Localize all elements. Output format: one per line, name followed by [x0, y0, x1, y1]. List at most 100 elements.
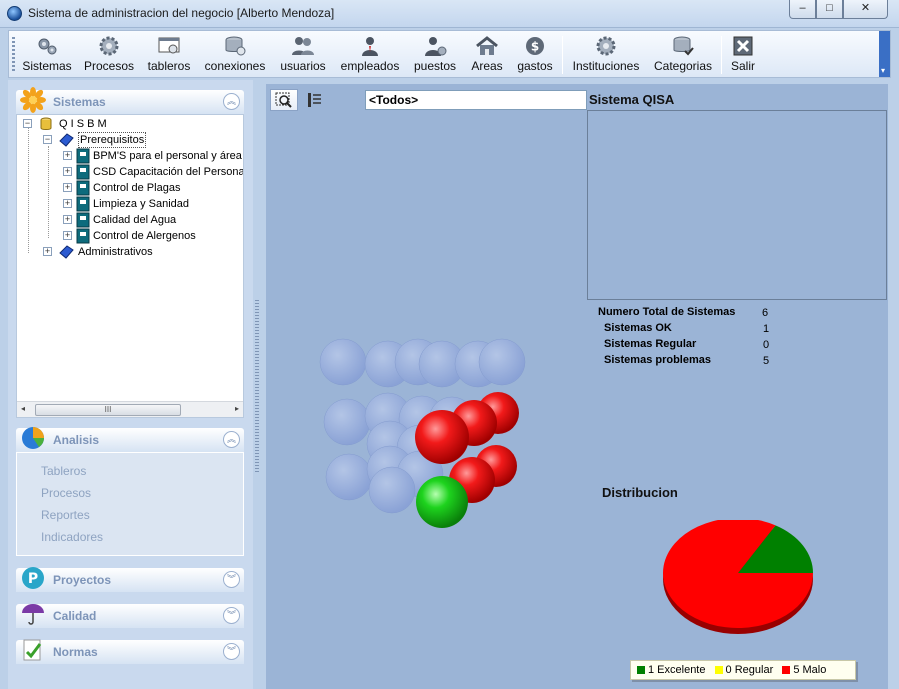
toolbar-grip[interactable]	[12, 37, 15, 73]
section-analisis-body: Tableros Procesos Reportes Indicadores	[16, 452, 244, 556]
toolbar-empleados-button[interactable]: empleados	[339, 33, 401, 77]
empty-bubble	[478, 338, 526, 386]
expand-icon[interactable]: +	[63, 167, 72, 176]
toolbar-separator	[562, 36, 563, 74]
link-procesos[interactable]: Procesos	[41, 486, 91, 500]
umbrella-icon	[22, 604, 44, 625]
legend-swatch-regular	[714, 666, 723, 674]
window-title: Sistema de administracion del negocio [A…	[28, 6, 335, 20]
tree-horizontal-scrollbar[interactable]: ◂ III ▸	[17, 401, 243, 417]
close-button[interactable]: ✕	[843, 0, 888, 19]
navigation-pane: Sistemas ︽ − Q I S B M − Prerequisitos +…	[8, 80, 253, 689]
legend-swatch-malo	[782, 666, 791, 674]
checklist-icon	[23, 639, 42, 661]
section-proyectos-label: Proyectos	[53, 573, 112, 587]
sun-icon	[20, 87, 46, 113]
section-sistemas-label: Sistemas	[53, 95, 106, 109]
gears-icon	[38, 38, 57, 55]
pane-splitter[interactable]	[255, 300, 259, 472]
board-icon	[158, 37, 180, 54]
expand-icon[interactable]: +	[63, 231, 72, 240]
app-logo-icon	[7, 6, 22, 21]
pie-chart-icon	[22, 427, 44, 449]
zoom-select-button[interactable]	[270, 89, 298, 111]
title-bar: Sistema de administracion del negocio [A…	[0, 0, 899, 28]
stat-ok-value: 1	[763, 323, 770, 335]
tree-node-label: Q I S B M	[59, 118, 107, 130]
stat-ok-label: Sistemas OK	[604, 322, 672, 334]
toolbar-usuarios-button[interactable]: usuarios	[277, 33, 329, 77]
maximize-button[interactable]: □	[816, 0, 843, 19]
toolbar-procesos-button[interactable]: Procesos	[83, 33, 135, 77]
empty-bubble	[323, 398, 371, 446]
scroll-left-icon[interactable]: ◂	[21, 404, 25, 413]
collapse-icon[interactable]: −	[23, 119, 32, 128]
expand-chevron-icon[interactable]: ︾	[223, 571, 240, 588]
minimize-button[interactable]: –	[789, 0, 816, 19]
expand-icon[interactable]: +	[63, 199, 72, 208]
bad-system-bubble	[415, 410, 469, 464]
toolbar-categorias-button[interactable]: Categorias	[652, 33, 714, 77]
toolbar-conexiones-button[interactable]: conexiones	[204, 33, 266, 77]
stat-regular-value: 0	[763, 339, 770, 351]
scroll-right-icon[interactable]: ▸	[235, 404, 239, 413]
toolbar-salir-button[interactable]: Salir	[728, 33, 758, 77]
legend-swatch-excelente	[637, 666, 645, 674]
stat-total-label: Numero Total de Sistemas	[598, 306, 736, 318]
section-proyectos-header[interactable]: P Proyectos ︾	[16, 567, 244, 592]
expand-icon[interactable]: +	[63, 215, 72, 224]
section-analisis-header[interactable]: Analisis ︽	[16, 427, 244, 452]
system-detail-panel	[587, 110, 887, 300]
dollar-icon: $	[526, 37, 544, 55]
toolbar-areas-button[interactable]: Areas	[468, 33, 506, 77]
database-check-icon	[673, 36, 694, 56]
system-filter-select[interactable]: <Todos>	[365, 90, 587, 110]
stat-regular-label: Sistemas Regular	[604, 338, 697, 350]
collapse-chevron-icon[interactable]: ︽	[223, 431, 240, 448]
link-tableros[interactable]: Tableros	[41, 464, 86, 478]
section-normas-header[interactable]: Normas ︾	[16, 639, 244, 664]
svg-text:$: $	[531, 40, 539, 54]
systems-tree: − Q I S B M − Prerequisitos + BPM'S para…	[16, 114, 244, 418]
book-icon	[59, 245, 74, 259]
section-analisis-label: Analisis	[53, 433, 100, 447]
document-icon	[76, 180, 90, 196]
exit-icon	[733, 36, 753, 56]
section-normas-label: Normas	[53, 645, 98, 659]
stat-problem-label: Sistemas problemas	[604, 354, 711, 366]
expand-icon[interactable]: +	[63, 183, 72, 192]
systems-bubble-chart	[319, 338, 526, 528]
expand-icon[interactable]: +	[63, 151, 72, 160]
employee-icon	[362, 37, 378, 56]
link-indicadores[interactable]: Indicadores	[41, 530, 103, 544]
document-icon	[76, 196, 90, 212]
database-icon	[225, 36, 246, 56]
expand-chevron-icon[interactable]: ︾	[223, 607, 240, 624]
list-view-button[interactable]	[304, 90, 326, 110]
section-sistemas-header[interactable]: Sistemas ︽	[16, 87, 244, 114]
document-icon	[76, 148, 90, 164]
link-reportes[interactable]: Reportes	[41, 508, 90, 522]
ok-system-bubble	[416, 476, 468, 528]
toolbar-gastos-button[interactable]: $ gastos	[515, 33, 555, 77]
empty-bubble	[319, 338, 367, 386]
collapse-chevron-icon[interactable]: ︽	[223, 93, 240, 110]
users-icon	[292, 37, 314, 55]
toolbar-sistemas-button[interactable]: Sistemas	[21, 33, 73, 77]
gear-icon	[596, 36, 616, 56]
toolbar-overflow-button[interactable]: ▾	[879, 31, 890, 77]
distribution-pie-chart	[663, 520, 813, 634]
toolbar-instituciones-button[interactable]: Instituciones	[570, 33, 642, 77]
position-icon	[425, 37, 447, 56]
book-icon	[59, 133, 74, 147]
pie-legend: 1 Excelente 0 Regular 5 Malo	[630, 660, 856, 680]
section-calidad-header[interactable]: Calidad ︾	[16, 604, 244, 628]
scroll-thumb[interactable]: III	[35, 404, 181, 416]
expand-chevron-icon[interactable]: ︾	[223, 643, 240, 660]
legend-label-regular: 0 Regular	[725, 664, 774, 676]
collapse-icon[interactable]: −	[43, 135, 52, 144]
legend-label-malo: 5 Malo	[793, 664, 827, 676]
toolbar-puestos-button[interactable]: puestos	[411, 33, 459, 77]
expand-icon[interactable]: +	[43, 247, 52, 256]
toolbar-tableros-button[interactable]: tableros	[145, 33, 193, 77]
